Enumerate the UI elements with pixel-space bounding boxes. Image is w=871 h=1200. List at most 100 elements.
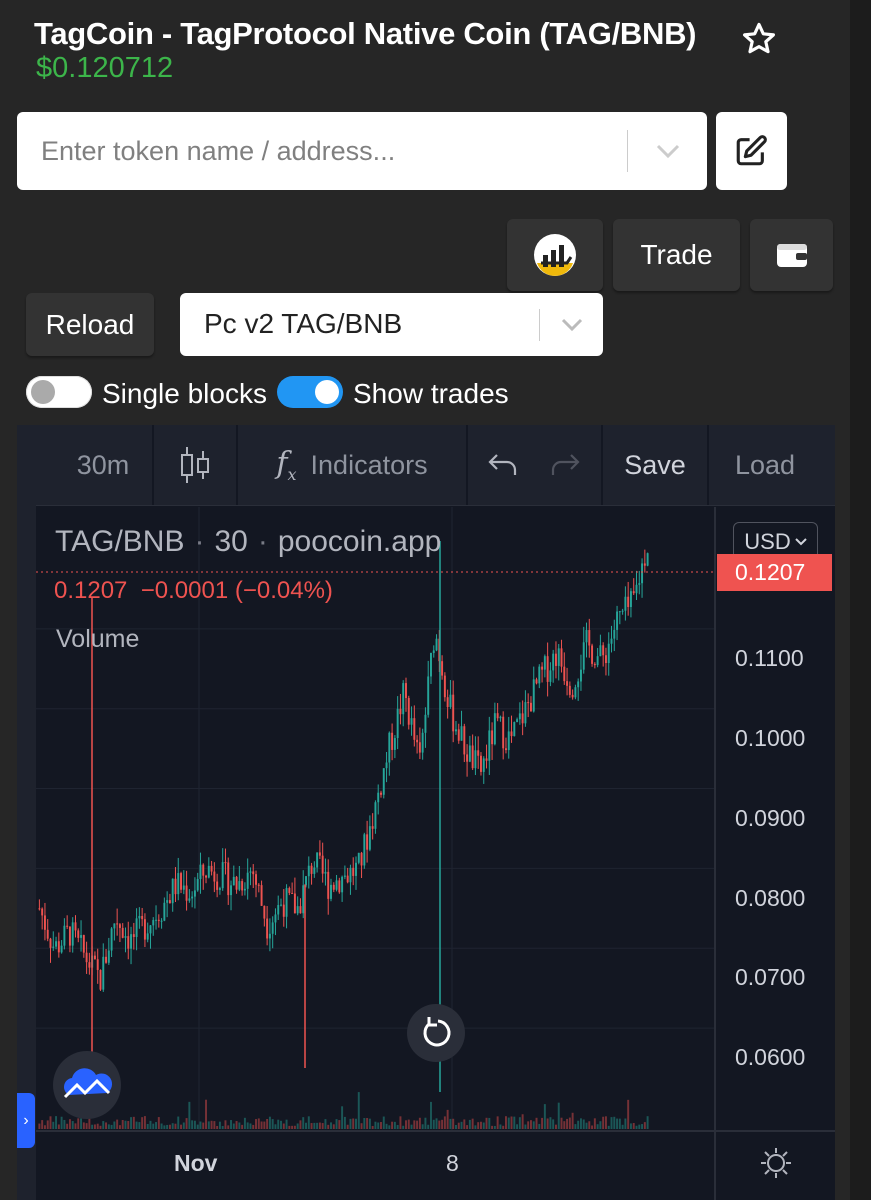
volume-bar: [643, 1122, 646, 1129]
candle-body: [488, 730, 491, 761]
candle-body: [227, 862, 230, 896]
wallet-icon: [776, 244, 807, 267]
volume-bar: [480, 1121, 482, 1129]
candle-body: [235, 876, 238, 890]
volume-bar: [335, 1119, 338, 1129]
favorite-star-icon[interactable]: [740, 20, 778, 58]
chevron-down-icon[interactable]: [651, 140, 685, 162]
candle-body: [113, 923, 116, 929]
volume-bar: [91, 1124, 94, 1129]
volume-bar: [618, 1118, 621, 1129]
volume-bar: [174, 1123, 177, 1129]
volume-bar: [543, 1104, 546, 1129]
candle-body: [577, 681, 580, 688]
volume-bar: [293, 1125, 296, 1129]
volume-bar: [243, 1117, 246, 1129]
volume-bar: [296, 1123, 299, 1129]
volume-bar: [460, 1121, 463, 1129]
candle-body: [221, 862, 224, 889]
volume-bar: [157, 1117, 160, 1129]
sidebar-expand-tab[interactable]: ›: [17, 1093, 35, 1148]
candle-body: [607, 643, 610, 664]
reset-chart-button[interactable]: [407, 1004, 465, 1062]
single-blocks-toggle[interactable]: [26, 376, 92, 408]
settings-gear-icon[interactable]: [758, 1145, 794, 1181]
volume-bar: [346, 1124, 349, 1129]
volume-bar: [477, 1122, 480, 1129]
volume-bar: [63, 1119, 66, 1129]
volume-bar: [85, 1123, 88, 1129]
trade-button[interactable]: Trade: [613, 219, 740, 291]
token-search-box[interactable]: [17, 112, 707, 190]
candle-body: [77, 930, 80, 938]
volume-bar: [274, 1124, 277, 1129]
chart-app-button[interactable]: [507, 219, 603, 291]
volume-bar: [146, 1123, 149, 1129]
token-search-input[interactable]: [39, 130, 613, 172]
show-trades-label: Show trades: [353, 378, 509, 409]
candle-body: [563, 666, 566, 682]
candle-body: [63, 925, 66, 946]
edit-button[interactable]: [716, 112, 787, 190]
candle-body: [74, 922, 77, 931]
tradingview-chart[interactable]: 30m fx Indicators Save Load TAG/BNB · 30…: [17, 425, 835, 1200]
candle-body: [102, 956, 105, 990]
chevron-down-icon: [795, 538, 807, 546]
volume-bar: [574, 1124, 577, 1129]
chevron-down-icon[interactable]: [557, 315, 587, 335]
volume-bar: [116, 1119, 119, 1129]
candle-body: [135, 918, 138, 938]
candle-body: [146, 933, 149, 940]
volume-bar: [563, 1121, 566, 1129]
candle-body: [285, 888, 288, 917]
candle-body: [160, 920, 163, 922]
volume-bar: [382, 1116, 385, 1129]
pair-select[interactable]: Pc v2 TAG/BNB: [180, 293, 603, 356]
candle-body: [224, 862, 227, 864]
volume-bar: [143, 1116, 146, 1129]
volume-bar: [232, 1123, 235, 1129]
legend-interval: 30: [214, 525, 248, 558]
candle-body: [138, 915, 141, 919]
volume-bar: [124, 1120, 127, 1129]
candle-body: [268, 933, 271, 939]
candle-body: [513, 722, 516, 737]
candle-body: [402, 683, 405, 715]
volume-bar: [135, 1121, 138, 1129]
candle-body: [41, 908, 44, 916]
show-trades-toggle[interactable]: [277, 376, 343, 408]
volume-bar: [80, 1118, 83, 1129]
candle-body: [568, 685, 571, 695]
volume-bar: [291, 1125, 294, 1129]
reload-button[interactable]: Reload: [26, 293, 154, 356]
volume-bar: [71, 1121, 74, 1129]
candle-body: [424, 714, 427, 733]
volume-bar: [421, 1124, 424, 1129]
candle-body: [471, 745, 474, 769]
candle-body: [546, 656, 549, 682]
candle-body: [157, 919, 160, 921]
volume-bar: [610, 1117, 613, 1129]
volume-bar: [380, 1122, 382, 1129]
candle-body: [504, 748, 507, 751]
wallet-button[interactable]: [750, 219, 833, 291]
volume-bar: [585, 1122, 588, 1129]
candle-body: [399, 708, 402, 715]
volume-bar: [549, 1117, 552, 1129]
candle-body: [182, 885, 185, 890]
y-tick-label: 0.0800: [735, 885, 806, 911]
candle-body: [382, 768, 385, 795]
candle-body: [257, 884, 260, 886]
volume-bar: [621, 1124, 624, 1129]
volume-bar: [638, 1124, 641, 1129]
page-scrollbar[interactable]: [850, 0, 871, 1200]
candle-body: [554, 653, 557, 666]
volume-bar: [541, 1117, 544, 1129]
volume-bar: [266, 1118, 269, 1129]
candle-body: [591, 645, 594, 664]
volume-bar: [468, 1119, 471, 1129]
tradingview-logo[interactable]: [53, 1051, 121, 1119]
y-tick-label: 0.1000: [735, 725, 806, 751]
candle-body: [602, 645, 605, 656]
candle-body: [191, 896, 194, 899]
